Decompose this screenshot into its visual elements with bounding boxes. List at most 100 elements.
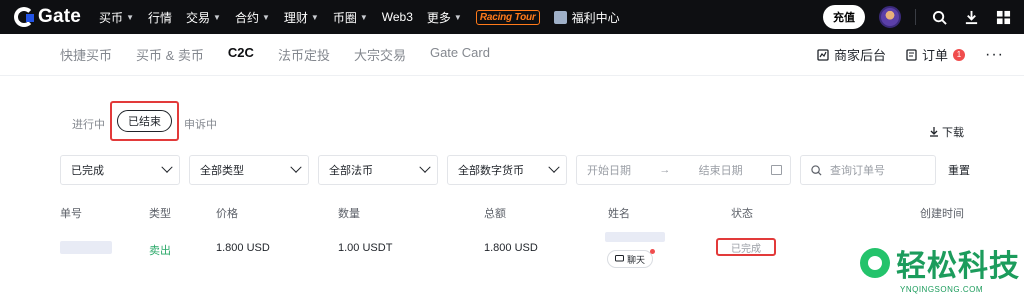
- nav-label: 币圈: [332, 10, 357, 25]
- reset-button[interactable]: 重置: [948, 162, 970, 178]
- tab-fiat-dca[interactable]: 法币定投: [278, 45, 330, 64]
- logo-text: Gate: [38, 6, 82, 27]
- fiat-select[interactable]: 全部法币: [318, 155, 438, 185]
- status-tab-finished[interactable]: 已结束: [117, 110, 172, 132]
- merchant-label: 商家后台: [833, 48, 886, 63]
- gate-logo-icon: [14, 7, 34, 27]
- nav-welfare-center[interactable]: 福利中心: [553, 9, 620, 26]
- top-nav: Gate 买币 ▼ 行情 交易 ▼ 合约 ▼ 理财 ▼ 币圈 ▼ Web3 更多 ▼ Rac…: [0, 0, 1024, 34]
- caret-down-icon: ▼: [261, 12, 270, 22]
- filter-bar: 已完成 全部类型 全部法币 全部数字货币 开始日期 → 结束日期 查询订单号 重…: [60, 155, 970, 185]
- tab-c2c[interactable]: C2C: [228, 45, 254, 64]
- name-redacted: [605, 232, 665, 242]
- caret-down-icon: ▼: [453, 12, 462, 22]
- nav-earn[interactable]: 理财 ▼: [284, 9, 319, 26]
- unread-dot: [650, 249, 656, 254]
- nav-markets[interactable]: 行情: [148, 9, 172, 26]
- gift-box-icon: [553, 10, 567, 24]
- nav-label: 合约: [234, 10, 259, 25]
- tab-quick-buy[interactable]: 快捷买币: [60, 45, 112, 64]
- chart-icon: [817, 48, 829, 61]
- status-badge: 已完成: [716, 238, 776, 256]
- deposit-button[interactable]: 充值: [823, 5, 865, 29]
- chat-bubble-icon: [615, 255, 624, 262]
- chevron-down-icon: [419, 161, 431, 173]
- orders-label: 订单: [922, 48, 949, 63]
- search-icon[interactable]: [930, 8, 948, 26]
- col-total: 总额: [484, 208, 506, 220]
- date-range-picker[interactable]: 开始日期 → 结束日期: [576, 155, 791, 185]
- avatar[interactable]: [879, 6, 901, 28]
- nav-buy-crypto[interactable]: 买币 ▼: [99, 9, 134, 26]
- watermark-logo-icon: [860, 248, 890, 278]
- order-id-redacted[interactable]: [60, 241, 112, 254]
- chat-label: 聊天: [627, 254, 646, 265]
- crypto-select[interactable]: 全部数字货币: [447, 155, 567, 185]
- table-header: 单号 类型 价格 数量 总额 姓名 状态 创建时间: [0, 205, 1024, 220]
- nav-web3[interactable]: Web3: [382, 10, 413, 24]
- row-quantity: 1.00 USDT: [338, 242, 393, 254]
- more-options-icon[interactable]: ···: [985, 46, 1004, 64]
- grid-menu-icon[interactable]: [994, 8, 1012, 26]
- watermark-title: 轻松科技: [896, 250, 1020, 283]
- watermark: 轻松科技 YNQINGSONG.COM: [860, 241, 1020, 294]
- caret-down-icon: ▼: [359, 12, 368, 22]
- col-order-id: 单号: [60, 208, 82, 220]
- download-button[interactable]: 下载: [929, 124, 964, 140]
- col-status: 状态: [731, 208, 753, 220]
- top-nav-right: 充值: [823, 5, 1012, 29]
- status-tab-in-progress[interactable]: 进行中: [72, 116, 105, 132]
- main-menu: 买币 ▼ 行情 交易 ▼ 合约 ▼ 理财 ▼ 币圈 ▼ Web3 更多 ▼ Racing T…: [99, 9, 620, 26]
- start-date-field[interactable]: 开始日期: [587, 162, 631, 178]
- select-value: 全部法币: [329, 165, 373, 177]
- nav-label: 理财: [283, 10, 308, 25]
- status-tab-appeal[interactable]: 申诉中: [184, 116, 217, 132]
- end-date-field[interactable]: 结束日期: [699, 162, 743, 178]
- orders-badge: 1: [953, 48, 966, 61]
- type-select[interactable]: 全部类型: [189, 155, 309, 185]
- select-value: 全部类型: [200, 165, 244, 177]
- sub-nav-right: 商家后台 订单 1 ···: [817, 45, 1004, 64]
- chevron-down-icon: [161, 161, 173, 173]
- gate-logo[interactable]: Gate: [14, 6, 81, 28]
- nav-label: 行情: [147, 10, 172, 25]
- nav-trade[interactable]: 交易 ▼: [186, 9, 221, 26]
- col-price: 价格: [216, 208, 238, 220]
- racing-tour-logo[interactable]: Racing Tour: [475, 9, 540, 25]
- search-placeholder: 查询订单号: [830, 165, 885, 177]
- row-price: 1.800 USD: [216, 242, 270, 254]
- arrow-right-icon: →: [659, 164, 671, 176]
- select-value: 全部数字货币: [458, 165, 524, 177]
- nav-community[interactable]: 币圈 ▼: [333, 9, 368, 26]
- document-icon: [906, 48, 917, 61]
- divider: [915, 9, 916, 25]
- sub-tabs: 快捷买币 买币 & 卖币 C2C 法币定投 大宗交易 Gate Card: [60, 45, 490, 64]
- nav-futures[interactable]: 合约 ▼: [235, 9, 270, 26]
- nav-label: 买币: [99, 10, 124, 25]
- select-value: 已完成: [71, 165, 104, 177]
- caret-down-icon: ▼: [126, 12, 134, 22]
- calendar-icon: [770, 165, 782, 175]
- col-created-time: 创建时间: [920, 208, 964, 220]
- order-search-input[interactable]: 查询订单号: [800, 155, 936, 185]
- search-icon: [811, 164, 822, 176]
- nav-label: 交易: [186, 10, 211, 25]
- chat-button[interactable]: 聊天: [607, 249, 656, 268]
- tab-buy-sell[interactable]: 买币 & 卖币: [136, 45, 204, 64]
- download-label: 下载: [942, 127, 964, 139]
- col-quantity: 数量: [338, 208, 360, 220]
- download-icon[interactable]: [962, 8, 980, 26]
- nav-label: 更多: [426, 10, 451, 25]
- chevron-down-icon: [548, 161, 560, 173]
- nav-label: 福利中心: [571, 10, 620, 25]
- col-name: 姓名: [608, 208, 630, 220]
- status-select[interactable]: 已完成: [60, 155, 180, 185]
- download-icon: [930, 127, 938, 137]
- nav-more[interactable]: 更多 ▼: [427, 9, 462, 26]
- merchant-dashboard-link[interactable]: 商家后台: [817, 45, 886, 64]
- orders-link[interactable]: 订单 1: [906, 45, 966, 64]
- tab-otc[interactable]: 大宗交易: [354, 45, 406, 64]
- nav-label: Web3: [381, 10, 413, 24]
- caret-down-icon: ▼: [213, 12, 221, 22]
- tab-gate-card[interactable]: Gate Card: [430, 45, 490, 64]
